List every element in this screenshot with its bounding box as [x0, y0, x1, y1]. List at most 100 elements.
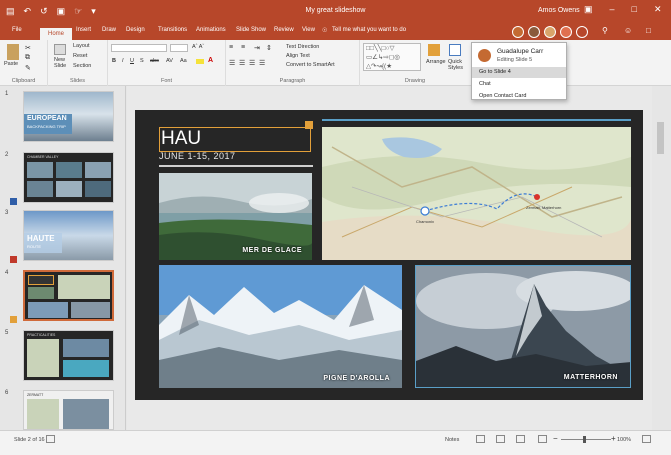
- bold-button[interactable]: B: [112, 58, 116, 64]
- tab-insert[interactable]: Insert: [76, 27, 91, 33]
- convert-smartart-button[interactable]: Convert to SmartArt: [286, 62, 335, 68]
- justify-icon[interactable]: ☰: [259, 59, 265, 67]
- quick-styles-button[interactable]: Quick Styles: [448, 59, 466, 71]
- matterhorn-photo[interactable]: MATTERHORN: [415, 265, 631, 388]
- route-map[interactable]: Chamonix Zermatt, Matterhorn: [322, 127, 631, 260]
- chat-item[interactable]: Chat: [472, 79, 566, 90]
- slide-date[interactable]: JUNE 1-15, 2017: [159, 151, 236, 161]
- highlight-icon[interactable]: [196, 59, 204, 64]
- tab-view[interactable]: View: [302, 27, 315, 33]
- comments-icon[interactable]: □: [646, 26, 651, 35]
- thumb-number: 6: [5, 390, 9, 396]
- arrange-icon[interactable]: [428, 44, 440, 56]
- indent-icon[interactable]: ⇥: [254, 44, 260, 52]
- zoom-out-icon[interactable]: −: [553, 434, 558, 443]
- align-left-icon[interactable]: ☰: [229, 59, 235, 67]
- current-slide[interactable]: HAU JUNE 1-15, 2017 MER DE GLACE Chamoni…: [135, 110, 643, 400]
- share-icon[interactable]: ⚲: [602, 26, 608, 35]
- shadow-button[interactable]: S: [140, 58, 144, 64]
- layout-options-icon[interactable]: [305, 121, 313, 129]
- new-slide-button[interactable]: New Slide: [54, 57, 68, 69]
- tell-me-box[interactable]: Tell me what you want to do: [332, 27, 406, 33]
- align-right-icon[interactable]: ☰: [249, 59, 255, 67]
- numbering-icon[interactable]: ≡: [241, 44, 245, 51]
- underline-button[interactable]: U: [130, 58, 134, 64]
- tab-file[interactable]: File: [12, 27, 22, 33]
- slide-thumbnail-2[interactable]: CHAMBER VALLEY: [23, 152, 114, 203]
- tab-design[interactable]: Design: [126, 27, 145, 33]
- reading-view-icon[interactable]: [516, 435, 525, 443]
- lake-photo[interactable]: MER DE GLACE: [159, 173, 312, 260]
- layout-button[interactable]: Layout: [73, 43, 90, 49]
- paste-icon[interactable]: [7, 44, 19, 60]
- slide-thumbnail-6[interactable]: ZERMATT: [23, 390, 114, 430]
- shapes-gallery[interactable]: □□╲╲□○▽ ▭∠↳⇨◻◎ △↷↝{(★: [363, 43, 421, 71]
- thumb-subtitle: BACKPACKING TRIP: [27, 124, 66, 129]
- ribbon-display-icon[interactable]: ▣: [584, 4, 593, 15]
- tab-transitions[interactable]: Transitions: [158, 27, 187, 33]
- contact-status: Editing Slide 5: [497, 57, 533, 63]
- section-button[interactable]: Section: [73, 63, 91, 69]
- grow-font-icon[interactable]: Aˆ Aˇ: [192, 44, 204, 50]
- matterhorn-caption: MATTERHORN: [563, 374, 618, 381]
- collaborator-avatar[interactable]: [512, 26, 524, 38]
- spacing-button[interactable]: AV: [166, 58, 173, 64]
- go-to-slide-item[interactable]: Go to Slide 4: [472, 67, 566, 78]
- paste-label[interactable]: Paste: [4, 61, 18, 67]
- zoom-slider-thumb[interactable]: [583, 436, 586, 443]
- close-icon[interactable]: ✕: [654, 4, 662, 15]
- maximize-icon[interactable]: □: [632, 4, 637, 15]
- zoom-slider[interactable]: [561, 439, 611, 440]
- slide-show-icon[interactable]: [538, 435, 547, 443]
- font-color-icon[interactable]: A: [208, 57, 213, 64]
- align-center-icon[interactable]: ☰: [239, 59, 245, 67]
- tab-animations[interactable]: Animations: [196, 27, 226, 33]
- slide-thumbnail-3[interactable]: HAUTE ROUTE: [23, 210, 114, 261]
- bullets-icon[interactable]: ≡: [229, 44, 233, 51]
- normal-view-icon[interactable]: [476, 435, 485, 443]
- open-contact-card-item[interactable]: Open Contact Card: [472, 91, 566, 102]
- quick-styles-icon[interactable]: [449, 44, 461, 56]
- fit-to-window-icon[interactable]: [642, 435, 651, 443]
- tab-review[interactable]: Review: [274, 27, 294, 33]
- slide-thumbnail-1[interactable]: EUROPEAN BACKPACKING TRIP: [23, 91, 114, 142]
- slide-sorter-icon[interactable]: [496, 435, 505, 443]
- tab-home[interactable]: Home: [40, 28, 72, 40]
- align-text-button[interactable]: Align Text: [286, 53, 310, 59]
- new-slide-icon[interactable]: [54, 44, 66, 55]
- smiley-icon[interactable]: ☺: [624, 26, 632, 35]
- copy-icon[interactable]: ⧉: [25, 54, 30, 62]
- glacier-photo[interactable]: PIGNE D'AROLLA: [159, 265, 402, 388]
- text-direction-button[interactable]: Text Direction: [286, 44, 319, 50]
- change-case-button[interactable]: Aa: [180, 58, 187, 64]
- line-spacing-icon[interactable]: ⇕: [266, 44, 272, 52]
- collaborator-avatar[interactable]: [544, 26, 556, 38]
- tab-draw[interactable]: Draw: [102, 27, 116, 33]
- slide-thumbnail-5[interactable]: PRACTICALITIES: [23, 330, 114, 381]
- spell-check-icon[interactable]: [46, 435, 55, 443]
- italic-button[interactable]: I: [122, 58, 124, 64]
- minimize-icon[interactable]: –: [610, 4, 615, 15]
- arrange-button[interactable]: Arrange: [426, 59, 446, 65]
- collaborator-avatar[interactable]: [528, 26, 540, 38]
- cut-icon[interactable]: ✂: [25, 44, 31, 52]
- strikethrough-button[interactable]: abc: [150, 58, 159, 64]
- slides-group: New Slide Layout Reset Section Slides: [48, 40, 108, 86]
- slide-thumbnail-4[interactable]: [23, 270, 114, 321]
- reset-button[interactable]: Reset: [73, 53, 87, 59]
- zoom-in-icon[interactable]: +: [611, 434, 616, 443]
- collaborator-avatar[interactable]: [560, 26, 572, 38]
- font-family-select[interactable]: [111, 44, 167, 52]
- font-group: Aˆ Aˇ B I U S abc AV Aa A Font: [108, 40, 226, 86]
- scrollbar-thumb[interactable]: [657, 122, 664, 154]
- account-name[interactable]: Amos Owens: [538, 7, 580, 14]
- thumb-number: 2: [5, 152, 9, 158]
- vertical-scrollbar[interactable]: [652, 86, 671, 430]
- format-painter-icon[interactable]: ✎: [25, 64, 31, 72]
- zoom-level[interactable]: 100%: [617, 437, 631, 443]
- notes-button[interactable]: Notes: [445, 437, 459, 443]
- slide-title[interactable]: HAU: [161, 128, 201, 150]
- font-size-select[interactable]: [170, 44, 188, 52]
- tab-slide-show[interactable]: Slide Show: [236, 27, 266, 33]
- skype-icon[interactable]: [576, 26, 588, 38]
